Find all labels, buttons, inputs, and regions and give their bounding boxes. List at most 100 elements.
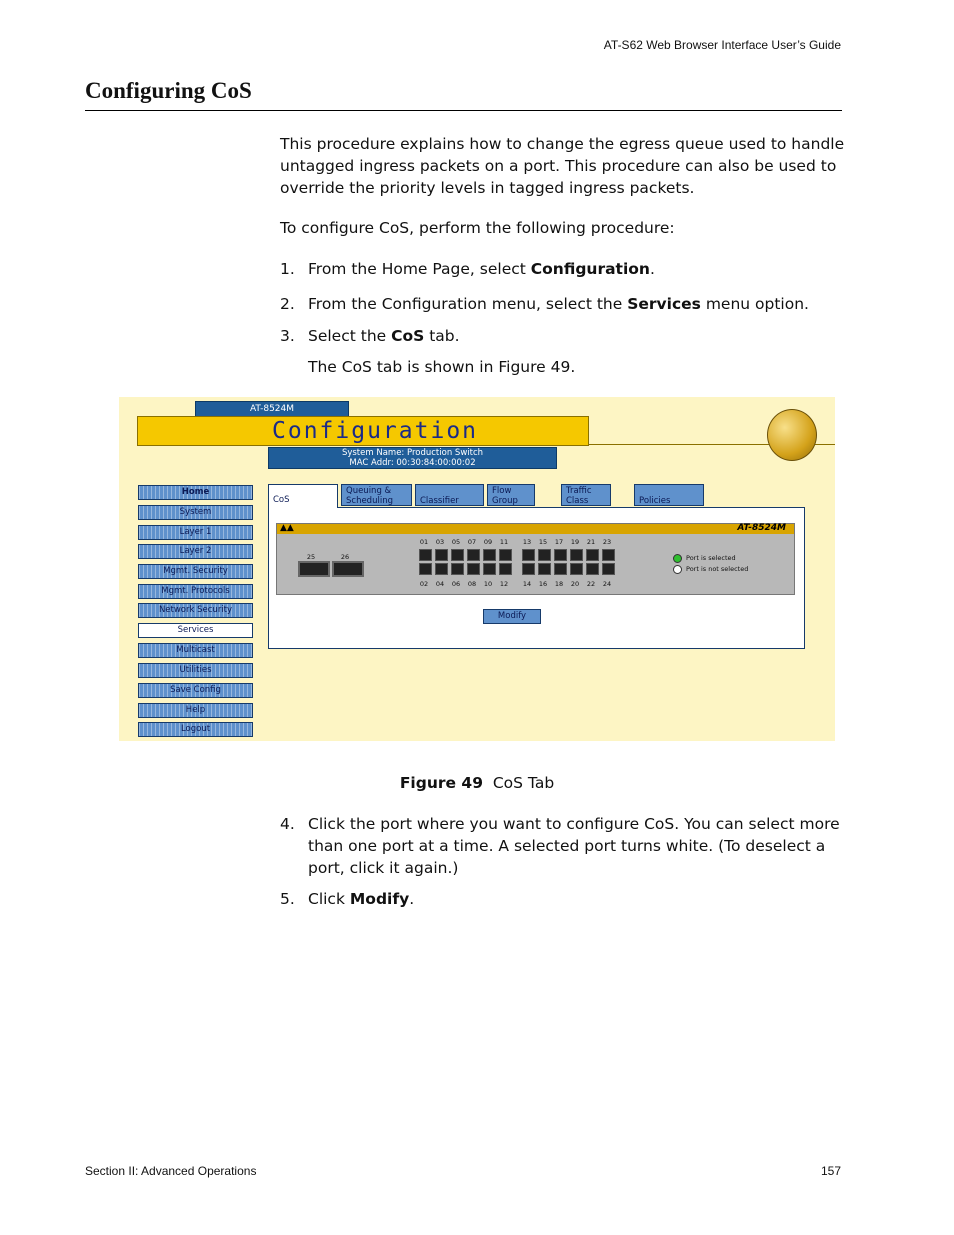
port-12[interactable]	[499, 563, 512, 575]
lead-paragraph: To configure CoS, perform the following …	[280, 219, 675, 237]
menu-item-system[interactable]: System	[138, 505, 253, 520]
step-5: 5. Click Modify.	[280, 888, 845, 910]
running-header: AT-S62 Web Browser Interface User’s Guid…	[603, 38, 841, 52]
port-18[interactable]	[554, 563, 567, 575]
port-08[interactable]	[467, 563, 480, 575]
port-05[interactable]	[451, 549, 464, 561]
step-bold: Modify	[349, 890, 410, 908]
step-text-end: .	[409, 890, 415, 908]
port-17[interactable]	[554, 549, 567, 561]
menu-item-network-security[interactable]: Network Security	[138, 603, 253, 618]
legend-selected: Port is selected	[686, 554, 736, 562]
port-16[interactable]	[538, 563, 551, 575]
menu-item-layer-2[interactable]: Layer 2	[138, 544, 253, 559]
tab-traffic-class[interactable]: Traffic Class	[561, 484, 611, 506]
section-title: Configuring CoS	[85, 78, 252, 103]
system-info-box: System Name: Production Switch MAC Addr:…	[268, 447, 557, 469]
port-09[interactable]	[483, 549, 496, 561]
allied-telesyn-logo-icon: ▲▲	[280, 523, 294, 533]
step-text: Click the port where you want to configu…	[308, 815, 840, 877]
port-04[interactable]	[435, 563, 448, 575]
port-label: 19	[570, 538, 580, 546]
cos-tab-screenshot: AT-8524M Configuration System Name: Prod…	[119, 397, 835, 741]
figure-label: Figure 49	[399, 774, 483, 792]
port-label: 17	[554, 538, 564, 546]
not-selected-legend-icon	[673, 565, 682, 574]
port-label: 09	[483, 538, 493, 546]
port-22[interactable]	[586, 563, 599, 575]
tab-classifier[interactable]: Classifier	[415, 484, 484, 506]
port-01[interactable]	[419, 549, 432, 561]
step-text: Click	[308, 890, 350, 908]
port-07[interactable]	[467, 549, 480, 561]
step-number: 3.	[280, 327, 295, 345]
step-3: 3. Select the CoS tab.	[280, 325, 845, 347]
port-24[interactable]	[602, 563, 615, 575]
port-label: 16	[538, 580, 548, 588]
footer-section: Section II: Advanced Operations	[85, 1164, 257, 1178]
port-21[interactable]	[586, 549, 599, 561]
menu-item-logout[interactable]: Logout	[138, 722, 253, 737]
port-label: 18	[554, 580, 564, 588]
menu-item-layer-1[interactable]: Layer 1	[138, 525, 253, 540]
step-1: 1. From the Home Page, select Configurat…	[280, 258, 845, 280]
menu-item-mgmt-security[interactable]: Mgmt. Security	[138, 564, 253, 579]
menu-item-home[interactable]: Home	[138, 485, 253, 500]
port-label: 10	[483, 580, 493, 588]
tab-cos[interactable]: CoS	[268, 484, 338, 508]
port-02[interactable]	[419, 563, 432, 575]
step-number: 5.	[280, 890, 295, 908]
configuration-title: Configuration	[272, 418, 479, 444]
menu-item-multicast[interactable]: Multicast	[138, 643, 253, 658]
figure-caption: Figure 49 CoS Tab	[0, 772, 954, 794]
port-23[interactable]	[602, 549, 615, 561]
port-label: 24	[602, 580, 612, 588]
tab-policies[interactable]: Policies	[634, 484, 704, 506]
port-label: 15	[538, 538, 548, 546]
page-number: 157	[820, 1164, 841, 1178]
port-label: 14	[522, 580, 532, 588]
menu-item-utilities[interactable]: Utilities	[138, 663, 253, 678]
menu-item-help[interactable]: Help	[138, 703, 253, 718]
sfp-port-26[interactable]	[332, 561, 364, 577]
port-19[interactable]	[570, 549, 583, 561]
step-text: Select the	[308, 327, 392, 345]
selected-legend-icon	[673, 554, 682, 563]
step-2: 2. From the Configuration menu, select t…	[280, 293, 845, 315]
intro-paragraph: This procedure explains how to change th…	[280, 135, 845, 197]
port-11[interactable]	[499, 549, 512, 561]
port-03[interactable]	[435, 549, 448, 561]
port-label: 04	[435, 580, 445, 588]
port-06[interactable]	[451, 563, 464, 575]
port-13[interactable]	[522, 549, 535, 561]
step-bold: Configuration	[530, 260, 650, 278]
port-10[interactable]	[483, 563, 496, 575]
port-20[interactable]	[570, 563, 583, 575]
port-label: 07	[467, 538, 477, 546]
menu-item-save-config[interactable]: Save Config	[138, 683, 253, 698]
menu-item-mgmt-protocols[interactable]: Mgmt. Protocols	[138, 584, 253, 599]
system-name: System Name: Production Switch	[341, 448, 484, 458]
sfp-label: 25	[306, 553, 316, 561]
mac-address: MAC Addr: 00:30:84:00:00:02	[349, 458, 476, 468]
sfp-label: 26	[340, 553, 350, 561]
step-text-end: .	[649, 260, 655, 278]
port-14[interactable]	[522, 563, 535, 575]
sfp-port-25[interactable]	[298, 561, 330, 577]
tab-flow-group[interactable]: Flow Group	[487, 484, 535, 506]
port-15[interactable]	[538, 549, 551, 561]
step-number: 2.	[280, 295, 295, 313]
step-text: From the Configuration menu, select the	[308, 295, 628, 313]
step-number: 1.	[280, 260, 295, 278]
port-label: 11	[499, 538, 509, 546]
port-label: 06	[451, 580, 461, 588]
step-text: From the Home Page, select	[308, 260, 531, 278]
modify-button[interactable]: Modify	[483, 609, 541, 624]
port-label: 20	[570, 580, 580, 588]
step-number: 4.	[280, 815, 295, 833]
tab-queuing-scheduling[interactable]: Queuing & Scheduling	[341, 484, 412, 506]
step-bold: CoS	[391, 327, 425, 345]
step-text-end: tab.	[424, 327, 460, 345]
menu-item-services[interactable]: Services	[138, 623, 253, 638]
port-label: 02	[419, 580, 429, 588]
